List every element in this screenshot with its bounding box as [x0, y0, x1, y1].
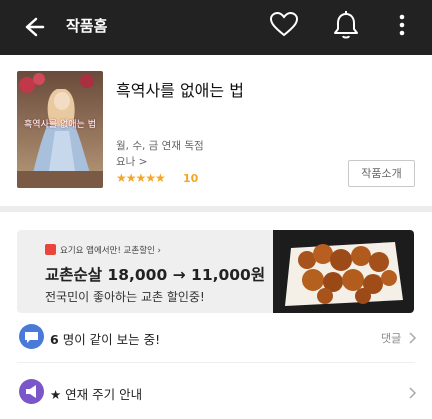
page-title: 작품홈	[66, 17, 108, 35]
watching-now-row[interactable]: 6 명이 같이 보는 중! 댓글	[0, 317, 432, 357]
author-link[interactable]: 요나 >	[116, 154, 147, 169]
schedule-notice-text: ★ 연재 주기 안내	[50, 387, 143, 402]
heart-icon[interactable]	[268, 8, 300, 42]
watching-count: 6	[50, 332, 59, 347]
work-info-panel: 흑역사를 없애는 법 흑역사를 없애는 법 월, 수, 금 연재 독점 요나 >…	[0, 55, 432, 206]
chevron-right-icon	[407, 385, 417, 399]
megaphone-icon	[19, 379, 44, 404]
work-title: 흑역사를 없애는 법	[116, 81, 244, 100]
comments-link[interactable]: 댓글	[381, 330, 401, 346]
ad-price-text: 교촌순살 18,000 → 11,000원	[45, 266, 266, 284]
yogiyo-logo-icon	[45, 244, 56, 255]
publish-schedule: 월, 수, 금 연재 독점	[116, 140, 204, 152]
top-app-bar: 작품홈	[0, 0, 432, 55]
more-vertical-icon[interactable]	[390, 10, 414, 42]
back-arrow-icon[interactable]	[14, 10, 50, 44]
lower-section: 요기요 앱에서만! 교촌할인 › 교촌순살 18,000 → 11,000원 전…	[0, 212, 432, 419]
fried-chicken-image	[273, 230, 414, 313]
watching-label: 명이 같이 보는 중!	[62, 332, 161, 347]
work-intro-button[interactable]: 작품소개	[348, 160, 415, 187]
rating-stars: ★★★★★	[116, 171, 166, 185]
chevron-right-icon	[407, 330, 417, 344]
chat-bubble-icon	[19, 324, 44, 349]
rating-value: 10	[183, 172, 199, 185]
schedule-notice-row[interactable]: ★ 연재 주기 안내	[0, 372, 432, 412]
cover-image[interactable]: 흑역사를 없애는 법	[17, 71, 103, 188]
ad-banner[interactable]: 요기요 앱에서만! 교촌할인 › 교촌순살 18,000 → 11,000원 전…	[17, 230, 414, 313]
bell-icon[interactable]	[330, 8, 362, 44]
ad-sub-text: 전국민이 좋아하는 교촌 할인중!	[45, 290, 205, 304]
cover-title-text: 흑역사를 없애는 법	[24, 120, 96, 130]
watching-text: 6 명이 같이 보는 중!	[50, 329, 160, 348]
ad-small-text: 요기요 앱에서만! 교촌할인 ›	[60, 246, 161, 256]
row-divider	[17, 362, 415, 363]
